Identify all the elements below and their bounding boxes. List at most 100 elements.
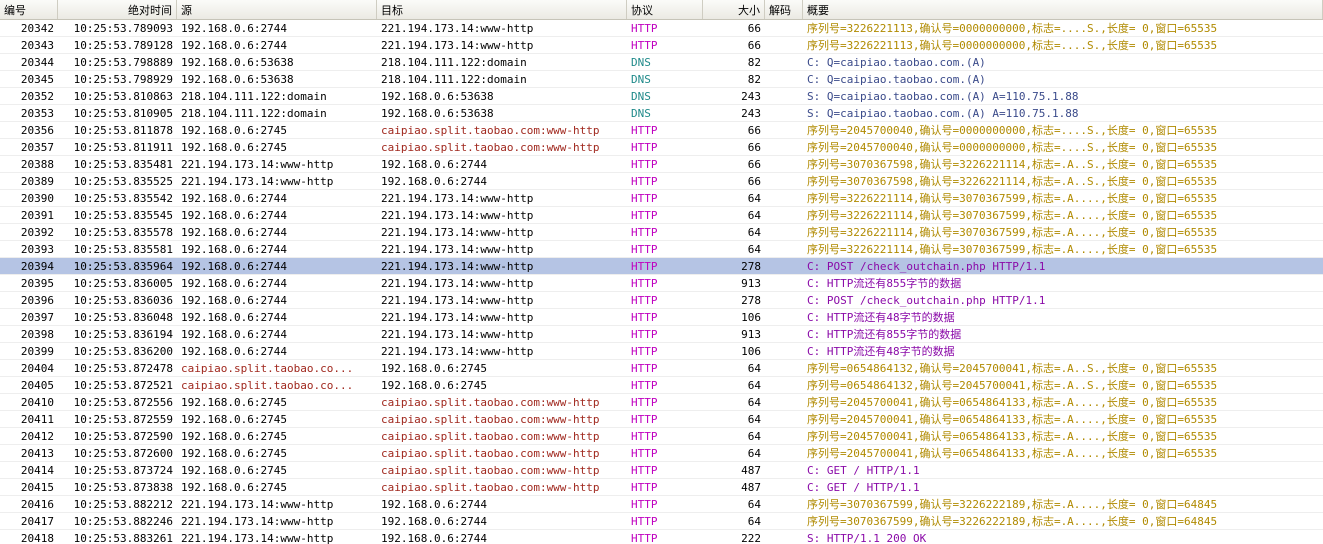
packet-row[interactable]: 20411 10:25:53.872559 192.168.0.6:2745 caip… xyxy=(0,411,1323,428)
packet-row[interactable]: 20356 10:25:53.811878 192.168.0.6:2745 caip… xyxy=(0,122,1323,139)
packet-number: 20411 xyxy=(20,412,54,426)
packet-time: 10:25:53.810863 xyxy=(73,89,173,103)
packet-time: 10:25:53.836194 xyxy=(73,327,173,341)
column-header-decode[interactable]: 解码 xyxy=(765,0,803,19)
packet-decode xyxy=(765,496,803,513)
packet-protocol: HTTP xyxy=(631,446,658,460)
packet-row[interactable]: 20417 10:25:53.882246 221.194.173.14:www-h… xyxy=(0,513,1323,530)
packet-protocol: HTTP xyxy=(631,463,658,477)
packet-source: 192.168.0.6:2745 xyxy=(181,446,287,460)
packet-row[interactable]: 20392 10:25:53.835578 192.168.0.6:2744 221.… xyxy=(0,224,1323,241)
column-header-size[interactable]: 大小 xyxy=(703,0,765,19)
packet-number: 20395 xyxy=(20,276,54,290)
packet-row[interactable]: 20394 10:25:53.835964 192.168.0.6:2744 221.… xyxy=(0,258,1323,275)
packet-rows: 20342 10:25:53.789093 192.168.0.6:2744 221.… xyxy=(0,20,1323,544)
packet-time: 10:25:53.798929 xyxy=(73,72,173,86)
packet-destination: 192.168.0.6:2744 xyxy=(381,157,487,171)
packet-row[interactable]: 20399 10:25:53.836200 192.168.0.6:2744 221.… xyxy=(0,343,1323,360)
packet-decode xyxy=(765,360,803,377)
packet-source: 221.194.173.14:www-http xyxy=(181,531,334,544)
packet-size: 487 xyxy=(741,463,761,477)
column-header-protocol[interactable]: 协议 xyxy=(627,0,703,19)
packet-protocol: HTTP xyxy=(631,497,658,511)
packet-row[interactable]: 20398 10:25:53.836194 192.168.0.6:2744 221.… xyxy=(0,326,1323,343)
packet-row[interactable]: 20389 10:25:53.835525 221.194.173.14:www-h… xyxy=(0,173,1323,190)
packet-row[interactable]: 20395 10:25:53.836005 192.168.0.6:2744 221.… xyxy=(0,275,1323,292)
packet-time: 10:25:53.835545 xyxy=(73,208,173,222)
packet-source: 218.104.111.122:domain xyxy=(181,89,327,103)
packet-summary: 序列号=3070367598,确认号=3226221114,标志=.A..S.,… xyxy=(807,157,1218,171)
packet-row[interactable]: 20391 10:25:53.835545 192.168.0.6:2744 221.… xyxy=(0,207,1323,224)
packet-decode xyxy=(765,326,803,343)
column-header-destination[interactable]: 目标 xyxy=(377,0,627,19)
packet-row[interactable]: 20412 10:25:53.872590 192.168.0.6:2745 caip… xyxy=(0,428,1323,445)
packet-number: 20356 xyxy=(20,123,54,137)
column-header-summary[interactable]: 概要 xyxy=(803,0,1323,19)
packet-source: 192.168.0.6:2745 xyxy=(181,429,287,443)
packet-row[interactable]: 20344 10:25:53.798889 192.168.0.6:53638 218… xyxy=(0,54,1323,71)
packet-row[interactable]: 20393 10:25:53.835581 192.168.0.6:2744 221.… xyxy=(0,241,1323,258)
packet-decode xyxy=(765,292,803,309)
packet-row[interactable]: 20342 10:25:53.789093 192.168.0.6:2744 221.… xyxy=(0,20,1323,37)
packet-summary: C: HTTP流还有48字节的数据 xyxy=(807,344,955,358)
packet-size: 82 xyxy=(747,72,761,86)
column-header-absolute-time[interactable]: 绝对时间 xyxy=(58,0,177,19)
column-header-source[interactable]: 源 xyxy=(177,0,377,19)
packet-decode xyxy=(765,139,803,156)
packet-row[interactable]: 20343 10:25:53.789128 192.168.0.6:2744 221.… xyxy=(0,37,1323,54)
packet-destination: 192.168.0.6:2745 xyxy=(381,378,487,392)
packet-time: 10:25:53.811911 xyxy=(73,140,173,154)
packet-time: 10:25:53.835578 xyxy=(73,225,173,239)
packet-protocol: HTTP xyxy=(631,191,658,205)
packet-source: 192.168.0.6:2744 xyxy=(181,310,287,324)
packet-protocol: HTTP xyxy=(631,38,658,52)
packet-source: 192.168.0.6:2744 xyxy=(181,276,287,290)
packet-row[interactable]: 20415 10:25:53.873838 192.168.0.6:2745 caip… xyxy=(0,479,1323,496)
packet-destination: caipiao.split.taobao.com:www-http xyxy=(381,412,600,426)
packet-row[interactable]: 20396 10:25:53.836036 192.168.0.6:2744 221.… xyxy=(0,292,1323,309)
packet-row[interactable]: 20352 10:25:53.810863 218.104.111.122:doma… xyxy=(0,88,1323,105)
packet-protocol: HTTP xyxy=(631,276,658,290)
packet-decode xyxy=(765,37,803,54)
packet-summary: C: POST /check_outchain.php HTTP/1.1 xyxy=(807,259,1046,273)
packet-row[interactable]: 20345 10:25:53.798929 192.168.0.6:53638 218… xyxy=(0,71,1323,88)
column-header-number[interactable]: 编号 xyxy=(0,0,58,19)
packet-destination: 192.168.0.6:53638 xyxy=(381,89,494,103)
packet-time: 10:25:53.882212 xyxy=(73,497,173,511)
packet-row[interactable]: 20405 10:25:53.872521 caipiao.split.taobao… xyxy=(0,377,1323,394)
packet-row[interactable]: 20413 10:25:53.872600 192.168.0.6:2745 caip… xyxy=(0,445,1323,462)
packet-destination: 221.194.173.14:www-http xyxy=(381,38,534,52)
packet-row[interactable]: 20397 10:25:53.836048 192.168.0.6:2744 221.… xyxy=(0,309,1323,326)
packet-time: 10:25:53.835964 xyxy=(73,259,173,273)
packet-number: 20343 xyxy=(20,38,54,52)
packet-source: 192.168.0.6:2744 xyxy=(181,344,287,358)
packet-destination: 221.194.173.14:www-http xyxy=(381,293,534,307)
packet-row[interactable]: 20410 10:25:53.872556 192.168.0.6:2745 caip… xyxy=(0,394,1323,411)
packet-decode xyxy=(765,445,803,462)
packet-decode xyxy=(765,190,803,207)
packet-row[interactable]: 20357 10:25:53.811911 192.168.0.6:2745 caip… xyxy=(0,139,1323,156)
packet-time: 10:25:53.872556 xyxy=(73,395,173,409)
packet-row[interactable]: 20418 10:25:53.883261 221.194.173.14:www-h… xyxy=(0,530,1323,544)
packet-time: 10:25:53.798889 xyxy=(73,55,173,69)
packet-decode xyxy=(765,479,803,496)
packet-decode xyxy=(765,241,803,258)
packet-row[interactable]: 20416 10:25:53.882212 221.194.173.14:www-h… xyxy=(0,496,1323,513)
packet-row[interactable]: 20404 10:25:53.872478 caipiao.split.taobao… xyxy=(0,360,1323,377)
packet-row[interactable]: 20353 10:25:53.810905 218.104.111.122:doma… xyxy=(0,105,1323,122)
packet-summary: 序列号=3226221113,确认号=0000000000,标志=....S.,… xyxy=(807,38,1218,52)
packet-row[interactable]: 20414 10:25:53.873724 192.168.0.6:2745 caip… xyxy=(0,462,1323,479)
packet-destination: 221.194.173.14:www-http xyxy=(381,310,534,324)
packet-list[interactable]: 编号 绝对时间 源 目标 协议 大小 解码 概要 20342 10:25:53.7… xyxy=(0,0,1323,544)
packet-protocol: DNS xyxy=(631,106,651,120)
packet-row[interactable]: 20390 10:25:53.835542 192.168.0.6:2744 221.… xyxy=(0,190,1323,207)
packet-number: 20397 xyxy=(20,310,54,324)
packet-number: 20353 xyxy=(20,106,54,120)
packet-protocol: HTTP xyxy=(631,429,658,443)
packet-row[interactable]: 20388 10:25:53.835481 221.194.173.14:www-h… xyxy=(0,156,1323,173)
packet-summary: 序列号=3070367599,确认号=3226222189,标志=.A....,… xyxy=(807,514,1218,528)
packet-number: 20398 xyxy=(20,327,54,341)
packet-destination: 218.104.111.122:domain xyxy=(381,55,527,69)
packet-decode xyxy=(765,343,803,360)
packet-decode xyxy=(765,377,803,394)
